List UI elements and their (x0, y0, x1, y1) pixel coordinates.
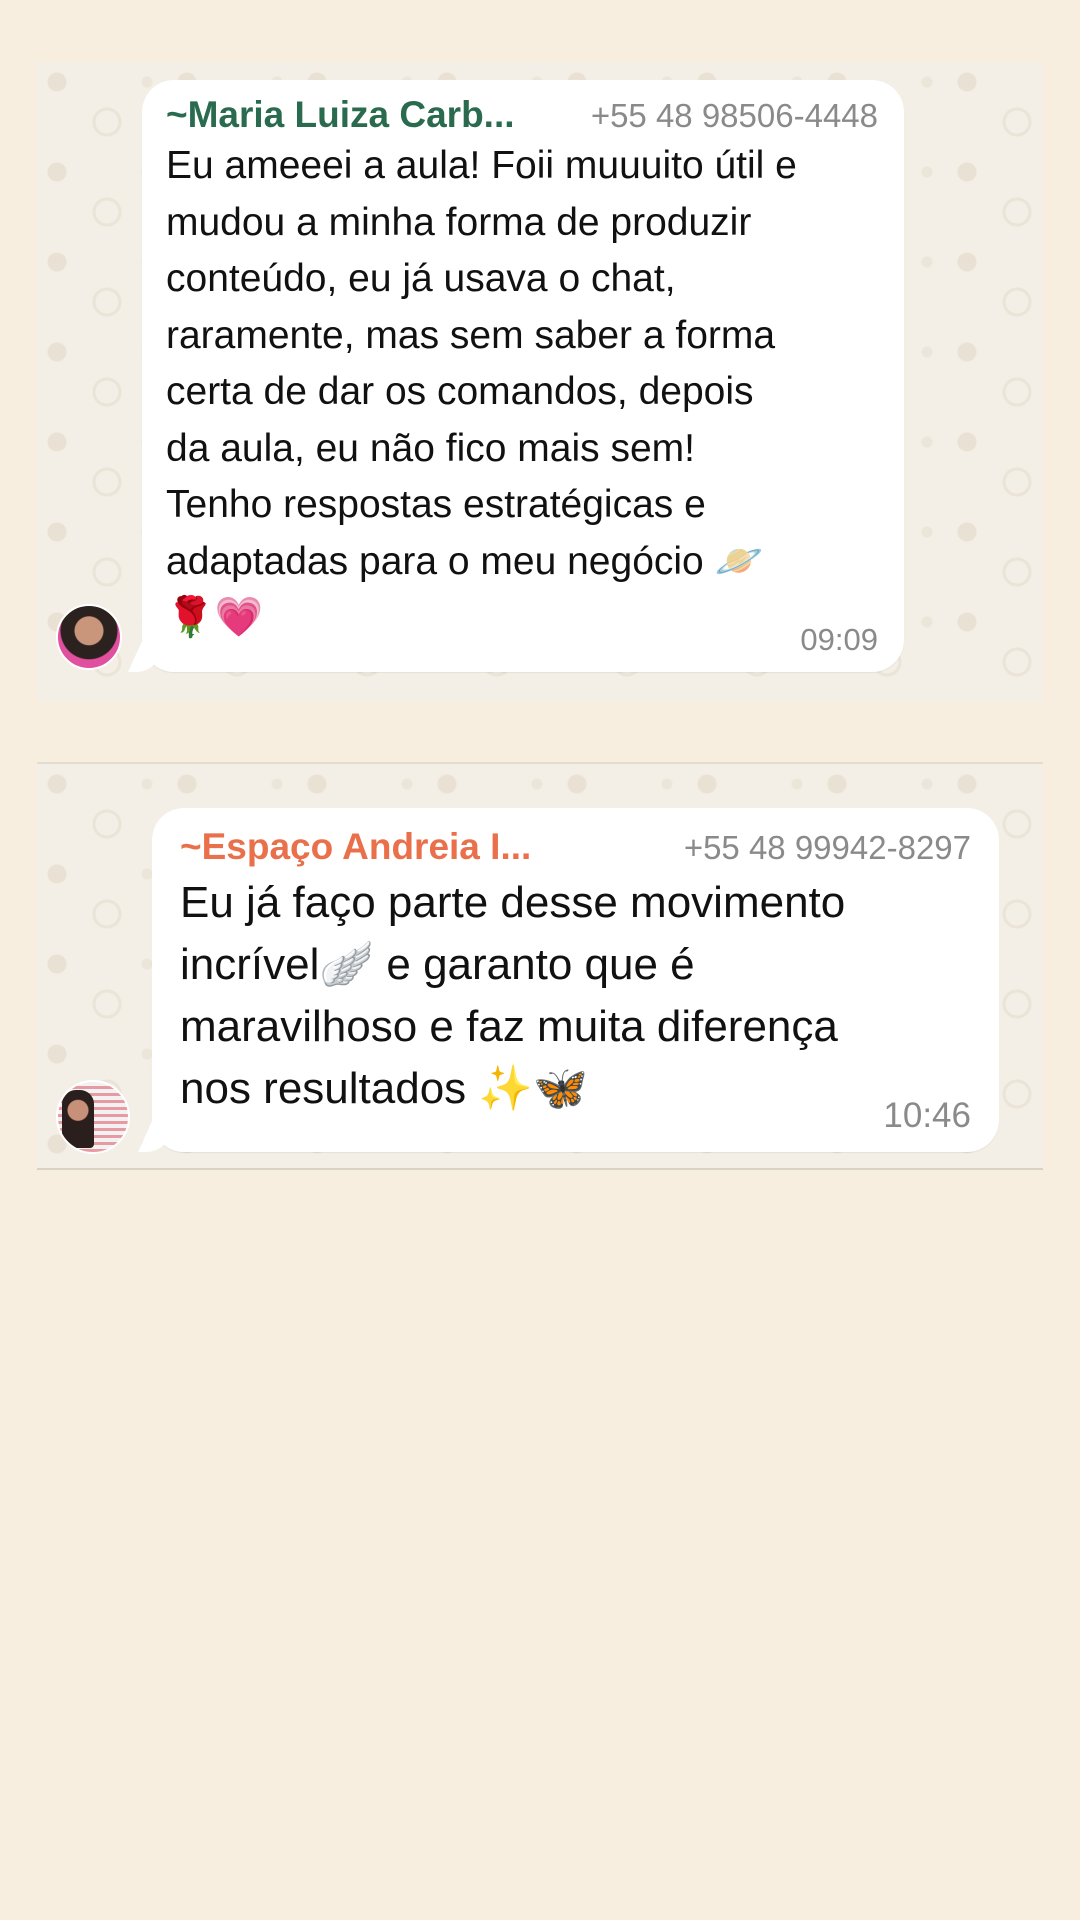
message-text: Eu já faço parte desse movimento incríve… (180, 878, 846, 1113)
sender-phone: +55 48 99942-8297 (683, 829, 971, 866)
sender-avatar[interactable] (56, 604, 122, 670)
message-header: ~Maria Luiza Carb... +55 48 98506-4448 (166, 94, 878, 136)
chat-screenshot-1: ~Maria Luiza Carb... +55 48 98506-4448 E… (37, 62, 1043, 702)
sender-phone: +55 48 98506-4448 (590, 97, 878, 134)
message-time: 09:09 (800, 622, 878, 657)
chat-screenshot-2: ~Espaço Andreia I... +55 48 99942-8297 E… (37, 762, 1043, 1170)
sender-name[interactable]: ~Maria Luiza Carb... (166, 94, 515, 136)
message-bubble[interactable]: ~Maria Luiza Carb... +55 48 98506-4448 E… (142, 80, 904, 672)
message-time: 10:46 (883, 1096, 971, 1135)
sender-name[interactable]: ~Espaço Andreia I... (180, 826, 531, 868)
sender-avatar[interactable] (56, 1080, 130, 1154)
message-text: Eu ameeei a aula! Foii muuuito útil e mu… (166, 144, 797, 639)
message-header: ~Espaço Andreia I... +55 48 99942-8297 (180, 826, 971, 868)
message-bubble[interactable]: ~Espaço Andreia I... +55 48 99942-8297 E… (152, 808, 999, 1152)
